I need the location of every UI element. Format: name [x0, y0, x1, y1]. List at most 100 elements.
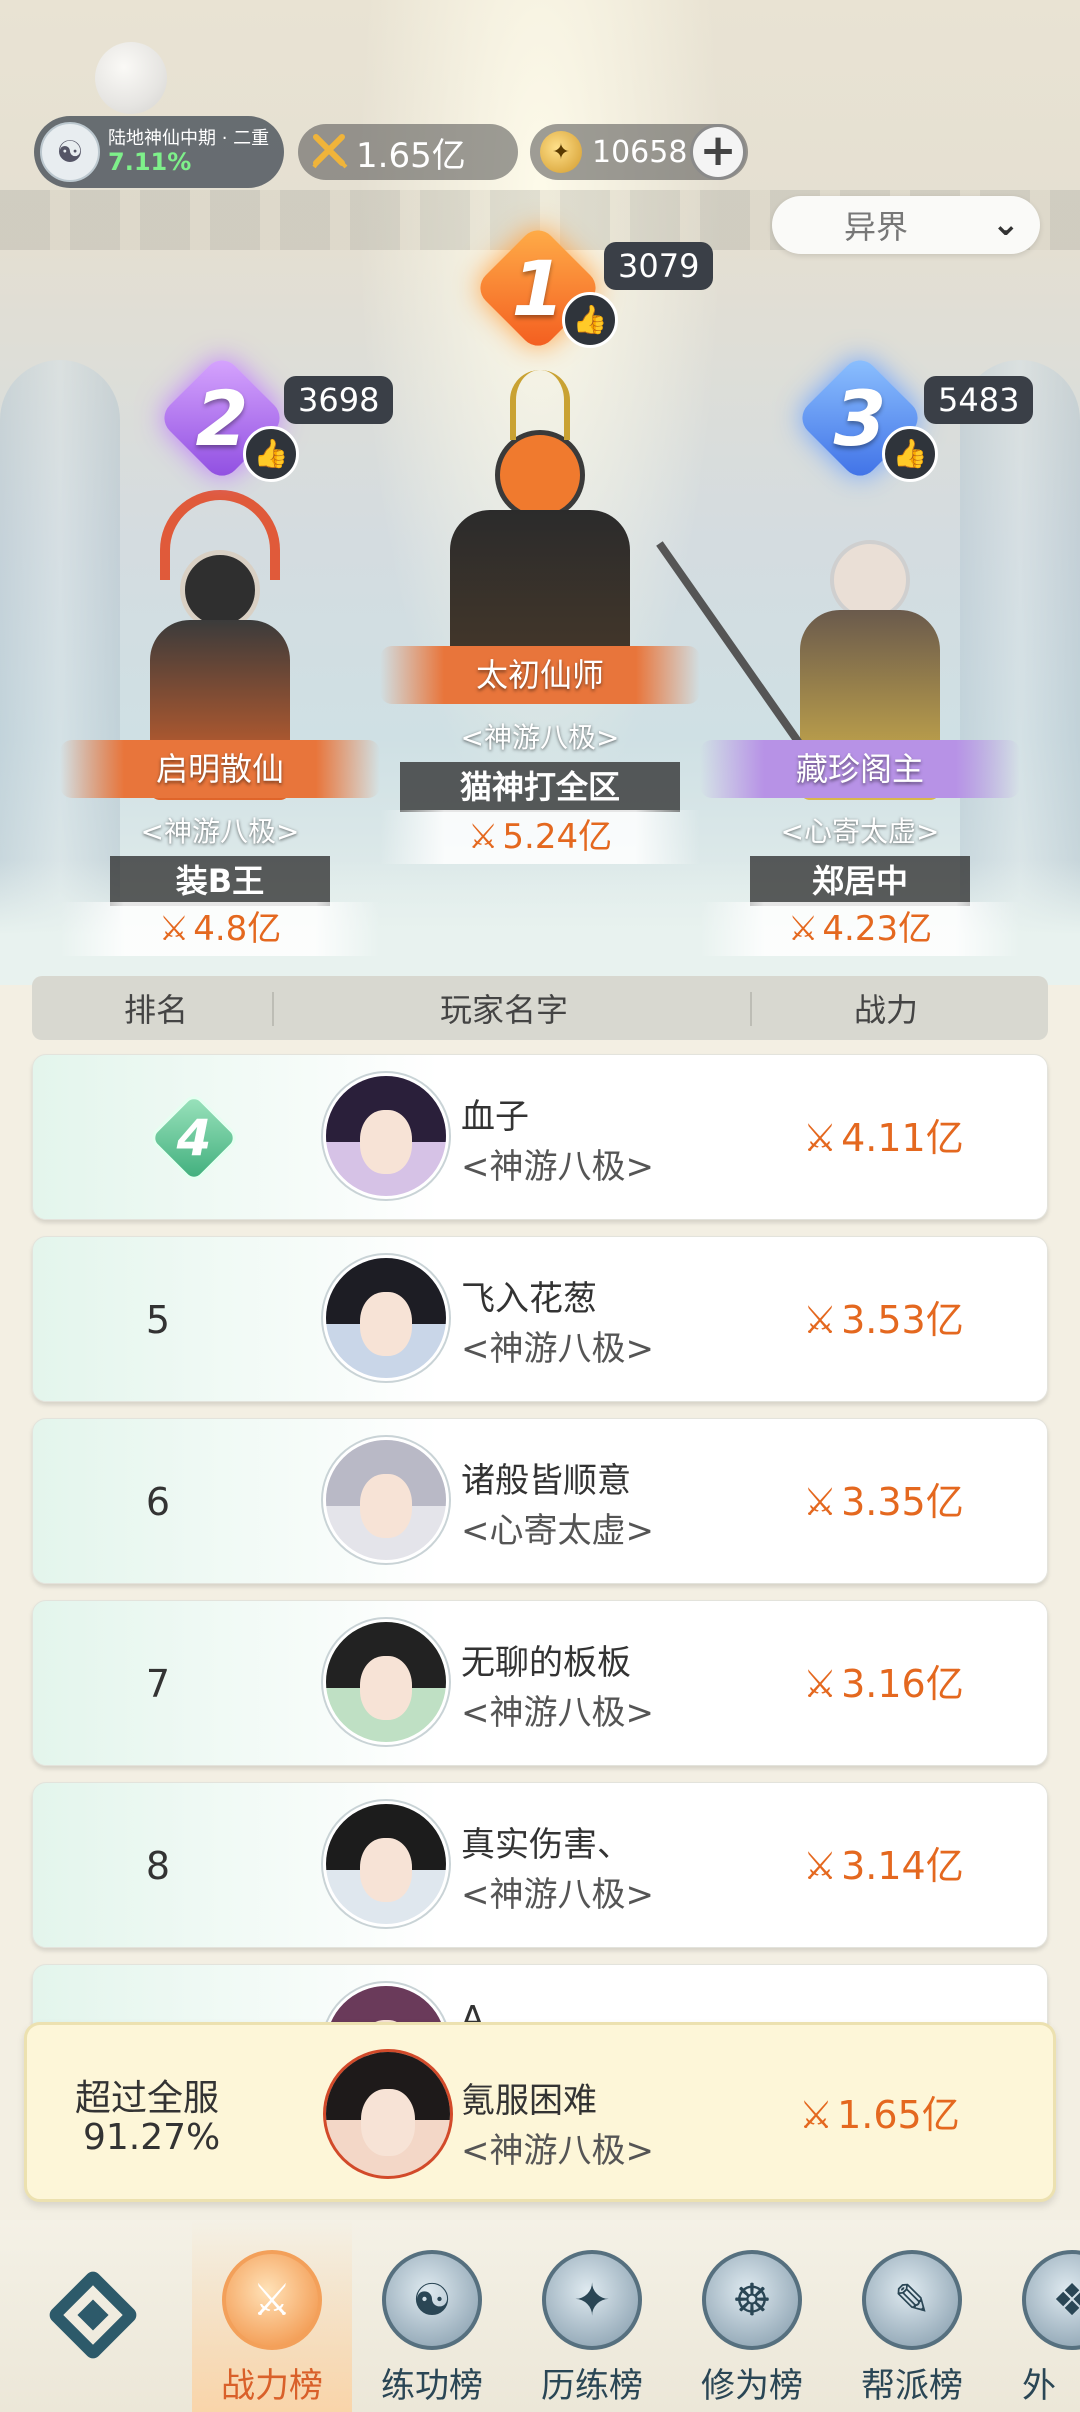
- my-percentile-value: 91.27%: [83, 2117, 221, 2158]
- rank-4-badge: 4: [147, 1091, 241, 1185]
- realm-status[interactable]: ☯ 陆地神仙中期 · 二重 7.11%: [34, 116, 284, 188]
- header-rank: 排名: [124, 991, 189, 1029]
- avatar[interactable]: [323, 1255, 449, 1381]
- crossed-swords-icon: ⚔: [158, 909, 190, 949]
- player-power: ⚔ 4.11亿: [803, 1116, 964, 1160]
- rank-2-title: 启明散仙: [60, 740, 380, 798]
- rank-1-like-button[interactable]: 👍: [562, 292, 618, 348]
- coin-icon: ✦: [540, 131, 582, 173]
- my-power: ⚔ 1.65亿: [799, 2093, 960, 2137]
- thumbs-up-icon: 👍: [892, 437, 928, 470]
- moon-orb: [95, 42, 167, 114]
- yin-yang-icon: ☯: [382, 2250, 482, 2350]
- tab-label: 外观: [1022, 2366, 1056, 2406]
- player-name: 无聊的板板: [461, 1643, 631, 1683]
- bottom-tab-bar: ⚔ 战力榜 ☯ 练功榜 ✦ 历练榜 ☸ 修为榜 ✎ 帮派榜 ❖ 外观: [0, 2220, 1080, 2412]
- thumbs-up-icon: 👍: [253, 437, 289, 470]
- menu-diamond-button[interactable]: [38, 2260, 148, 2370]
- avatar[interactable]: [323, 1801, 449, 1927]
- player-power: ⚔ 3.35亿: [803, 1480, 964, 1524]
- server-filter-value: 异界: [844, 208, 909, 246]
- crossed-swords-icon: ⚔: [787, 909, 819, 949]
- table-row[interactable]: 8 真实伤害、 <神游八极> ⚔ 3.14亿: [32, 1782, 1048, 1948]
- tab-cultivation-ranking[interactable]: ☸ 修为榜: [672, 2220, 832, 2412]
- player-name: 血子: [461, 1097, 529, 1137]
- costume-icon: ❖: [1022, 2250, 1080, 2350]
- rank-number: 7: [145, 1662, 171, 1706]
- crossed-swords-icon: ⚔: [803, 1116, 838, 1160]
- tab-label: 修为榜: [701, 2366, 803, 2406]
- star-compass-icon: ✦: [542, 2250, 642, 2350]
- player-power: ⚔ 3.16亿: [803, 1662, 964, 1706]
- avatar[interactable]: [323, 1983, 449, 2025]
- ranking-list[interactable]: 4 血子 <神游八极> ⚔ 4.11亿 5 飞入花葱 <神游八极> ⚔ 3.53亿 …: [0, 1050, 1080, 2025]
- crossed-swords-icon: ⚔: [467, 817, 499, 857]
- crown-antennae: [510, 370, 570, 440]
- player-guild: <心寄太虚>: [461, 1511, 654, 1551]
- rank-1-power: ⚔ 5.24亿: [380, 810, 700, 864]
- crossed-swords-icon: ⚔: [803, 1844, 838, 1888]
- rank-3-name[interactable]: 郑居中: [750, 856, 970, 906]
- rank-2-likes: 3698: [284, 376, 394, 424]
- avatar[interactable]: [323, 2049, 453, 2179]
- rank-number: 5: [145, 1298, 171, 1342]
- character-head: [830, 540, 910, 620]
- my-rank-row[interactable]: 超过全服 91.27% 氪服困难 <神游八极> ⚔ 1.65亿: [24, 2022, 1056, 2202]
- rank-3-power: ⚔ 4.23亿: [700, 902, 1020, 956]
- crossed-swords-icon: ⚔: [803, 1480, 838, 1524]
- rank-1-name[interactable]: 猫神打全区: [400, 762, 680, 812]
- tab-label: 战力榜: [221, 2366, 323, 2406]
- server-filter-dropdown[interactable]: 异界 ⌄: [772, 196, 1040, 254]
- player-guild: <神游八极>: [461, 1875, 654, 1915]
- avatar[interactable]: [323, 1437, 449, 1563]
- tab-experience-ranking[interactable]: ✦ 历练榜: [512, 2220, 672, 2412]
- chevron-down-icon: ⌄: [991, 204, 1021, 244]
- player-guild: <神游八极>: [461, 1147, 654, 1187]
- header-player-name: 玩家名字: [440, 991, 569, 1029]
- tab-appearance-ranking[interactable]: ❖ 外观: [992, 2220, 1080, 2412]
- rank-number: [33, 1965, 283, 2025]
- table-row[interactable]: 6 诸般皆顺意 <心寄太虚> ⚔ 3.35亿: [32, 1418, 1048, 1584]
- player-name: 真实伤害、: [461, 1825, 631, 1865]
- tab-training-ranking[interactable]: ☯ 练功榜: [352, 2220, 512, 2412]
- horns: [160, 490, 280, 580]
- divider: [750, 992, 752, 1026]
- plus-icon: +: [699, 125, 737, 176]
- tab-label: 练功榜: [381, 2366, 483, 2406]
- ranking-table-header: 排名 玩家名字 战力: [32, 976, 1048, 1040]
- rank-number: 6: [145, 1480, 171, 1524]
- table-row[interactable]: 7 无聊的板板 <神游八极> ⚔ 3.16亿: [32, 1600, 1048, 1766]
- currency-value: 10658: [592, 134, 688, 170]
- player-power-value: 1.65亿: [356, 135, 466, 176]
- rank-2-name[interactable]: 装B王: [110, 856, 330, 906]
- realm-progress: 7.11%: [108, 147, 192, 176]
- avatar[interactable]: [323, 1619, 449, 1745]
- avatar[interactable]: [323, 1073, 449, 1199]
- add-currency-button[interactable]: +: [690, 124, 746, 180]
- rank-3-title: 藏珍阁主: [700, 740, 1020, 798]
- player-power: ⚔ 3.14亿: [803, 1844, 964, 1888]
- player-avatar-icon: ☯: [40, 122, 100, 182]
- character-rank-1[interactable]: [400, 330, 680, 700]
- table-row[interactable]: A: [32, 1964, 1048, 2025]
- my-name: 氪服困难: [461, 2081, 597, 2121]
- player-name: 飞入花葱: [461, 1279, 597, 1319]
- rank-3-like-button[interactable]: 👍: [882, 426, 938, 482]
- player-power: 1.65亿: [298, 124, 518, 180]
- realm-name: 陆地神仙中期 · 二重: [108, 127, 270, 149]
- divider: [272, 992, 274, 1026]
- tab-label: 历练榜: [541, 2366, 643, 2406]
- player-name: 诸般皆顺意: [461, 1461, 631, 1501]
- table-row[interactable]: 5 飞入花葱 <神游八极> ⚔ 3.53亿: [32, 1236, 1048, 1402]
- rank-2-power: ⚔ 4.8亿: [60, 902, 380, 956]
- rank-number: 8: [145, 1844, 171, 1888]
- rank-3-likes: 5483: [924, 376, 1034, 424]
- scroll-icon: ✎: [862, 2250, 962, 2350]
- thumbs-up-icon: 👍: [572, 303, 608, 336]
- my-guild: <神游八极>: [461, 2131, 654, 2171]
- tab-guild-ranking[interactable]: ✎ 帮派榜: [832, 2220, 992, 2412]
- rank-1-guild: <神游八极>: [460, 721, 620, 754]
- tab-power-ranking[interactable]: ⚔ 战力榜: [192, 2220, 352, 2412]
- table-row[interactable]: 4 血子 <神游八极> ⚔ 4.11亿: [32, 1054, 1048, 1220]
- rank-2-like-button[interactable]: 👍: [243, 426, 299, 482]
